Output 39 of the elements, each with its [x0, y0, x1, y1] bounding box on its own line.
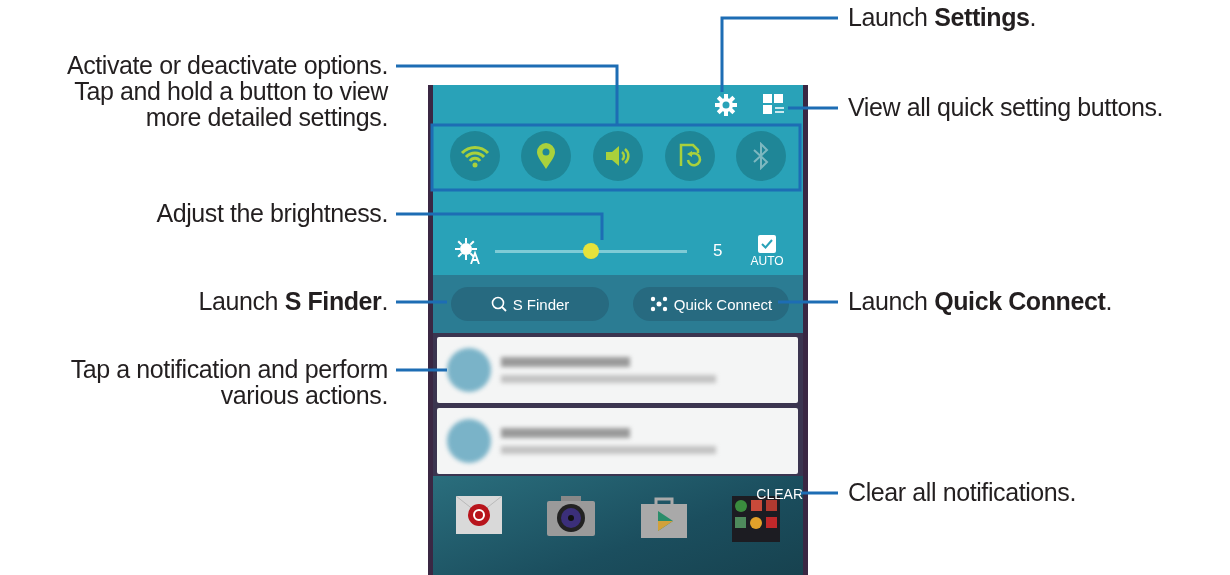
- bluetooth-icon: [752, 142, 771, 170]
- quick-connect-button[interactable]: Quick Connect: [633, 287, 789, 321]
- dots-cluster-icon: [649, 296, 668, 312]
- search-icon: [490, 296, 507, 312]
- leader-line: [396, 300, 447, 304]
- callout-text: View all quick setting buttons.: [848, 94, 1164, 120]
- quick-setting-toggle[interactable]: [664, 131, 715, 181]
- callout-text: Launch Quick Connect.: [848, 288, 1112, 314]
- leader-line: [801, 491, 838, 495]
- notification-card[interactable]: [437, 337, 798, 403]
- wifi-icon: [459, 144, 490, 168]
- callout-text: Activate or deactivate options. Tap and hold a button to view more detailed settings.: [66, 52, 388, 130]
- shopping-bag-icon[interactable]: [640, 496, 687, 538]
- email-icon[interactable]: [455, 496, 502, 534]
- auto-label: AUTO: [750, 253, 784, 268]
- quick-setting-toggle[interactable]: [593, 131, 643, 181]
- auto-checkbox[interactable]: [758, 234, 777, 253]
- leader-line: [778, 300, 838, 304]
- clear-button[interactable]: CLEAR: [756, 486, 803, 502]
- leader-line: [788, 106, 838, 110]
- callout-text: Clear all notifications.: [848, 479, 1076, 505]
- camera-icon[interactable]: [547, 496, 596, 536]
- quick-setting-toggle[interactable]: [521, 131, 572, 181]
- leader-line: [396, 368, 447, 372]
- brightness-auto-icon: [455, 238, 481, 264]
- callout-text: Tap a notification and perform various actions.: [70, 356, 388, 408]
- location-pin-icon: [536, 142, 557, 170]
- s-finder-button[interactable]: S Finder: [451, 287, 609, 321]
- quick-setting-toggle[interactable]: [449, 131, 500, 181]
- brightness-value: 5: [713, 241, 723, 261]
- callout-text: Adjust the brightness.: [156, 200, 388, 226]
- slider-thumb[interactable]: [583, 243, 599, 259]
- settings-icon[interactable]: [715, 94, 737, 116]
- grid-icon[interactable]: [763, 94, 785, 116]
- speaker-icon: [604, 144, 632, 168]
- quick-setting-toggle[interactable]: [736, 131, 787, 181]
- callout-text: Launch S Finder.: [198, 288, 388, 314]
- notification-card[interactable]: [437, 408, 798, 474]
- callout-text: Launch Settings.: [848, 4, 1037, 30]
